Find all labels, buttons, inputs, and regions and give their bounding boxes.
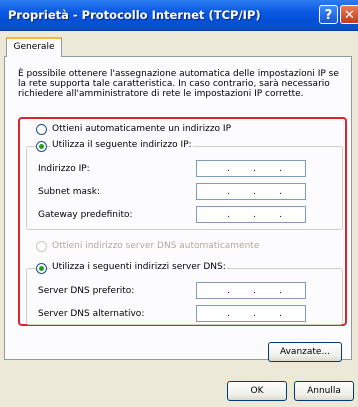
dns-auto-label: Ottieni indirizzo server DNS automaticam… bbox=[52, 241, 260, 251]
title-bar[interactable]: Proprietà - Protocollo Internet (TCP/IP)… bbox=[0, 0, 358, 31]
subnet-mask-label: Subnet mask: bbox=[38, 187, 100, 197]
close-icon: ✕ bbox=[344, 8, 355, 23]
close-button[interactable]: ✕ bbox=[340, 5, 358, 24]
help-icon: ? bbox=[324, 8, 333, 23]
tab-generale[interactable]: Generale bbox=[6, 37, 62, 57]
ok-button[interactable]: OK bbox=[227, 381, 287, 401]
gateway-input[interactable]: ... bbox=[196, 206, 306, 223]
dns-manual-label[interactable]: Utilizza i seguenti indirizzi server DNS… bbox=[51, 262, 227, 272]
ip-auto-label[interactable]: Ottieni automaticamente un indirizzo IP bbox=[52, 124, 231, 134]
alternate-dns-label: Server DNS alternativo: bbox=[38, 309, 145, 319]
advanced-button[interactable]: Avanzate... bbox=[268, 342, 342, 362]
window-title: Proprietà - Protocollo Internet (TCP/IP) bbox=[8, 8, 261, 22]
alternate-dns-input[interactable]: ... bbox=[196, 305, 306, 322]
gateway-label: Gateway predefinito: bbox=[38, 210, 133, 220]
description-text: È possibile ottenere l'assegnazione auto… bbox=[18, 69, 339, 99]
ip-auto-radio[interactable] bbox=[36, 124, 47, 135]
ip-manual-label[interactable]: Utilizza il seguente indirizzo IP: bbox=[51, 140, 193, 150]
dns-manual-radio[interactable] bbox=[36, 263, 47, 274]
cancel-button[interactable]: Annulla bbox=[294, 381, 354, 401]
ip-manual-radio[interactable] bbox=[36, 141, 47, 152]
preferred-dns-label: Server DNS preferito: bbox=[38, 286, 135, 296]
dns-auto-radio bbox=[36, 241, 47, 252]
preferred-dns-input[interactable]: ... bbox=[196, 282, 306, 299]
ip-address-input[interactable]: ... bbox=[196, 160, 306, 177]
subnet-mask-input[interactable]: ... bbox=[196, 183, 306, 200]
ip-address-label: Indirizzo IP: bbox=[38, 164, 90, 174]
help-button[interactable]: ? bbox=[319, 5, 338, 24]
